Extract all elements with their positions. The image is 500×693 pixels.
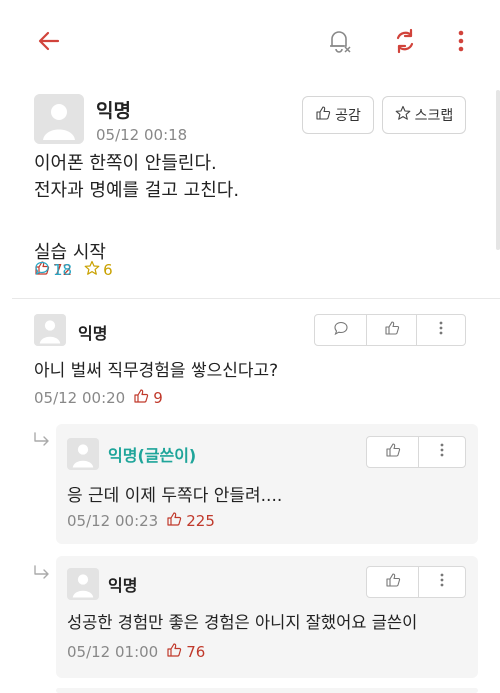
reply-meta: 05/12 00:23 225: [67, 511, 215, 531]
thumbs-up-icon: [133, 388, 149, 408]
avatar: [34, 94, 84, 144]
avatar: [67, 568, 99, 600]
reply-actions: [366, 436, 466, 468]
reply-body: 성공한 경험만 좋은 경험은 아니지 잘했어요 글쓴이: [67, 613, 418, 632]
comment-meta: 05/12 00:20 9: [34, 388, 163, 408]
scrap-button-label: 스크랩: [414, 108, 454, 124]
post-body-line: 이어폰 한쪽이 안들린다.: [34, 153, 217, 174]
speech-bubble-icon: [34, 260, 50, 280]
comment-time: 05/12 00:20: [34, 389, 126, 407]
reply-author: 익명(글쓴이): [108, 446, 197, 465]
thumbs-up-icon: [384, 320, 400, 340]
reply-author: 익명: [108, 576, 138, 595]
comment-actions: [314, 314, 466, 346]
like-button-label: 공감: [335, 108, 361, 124]
reply-like-count: 225: [166, 511, 215, 531]
thumbs-up-icon: [385, 572, 401, 592]
comment-like-count: 9: [133, 388, 163, 408]
divider: [12, 298, 500, 299]
comment-item: 익명 아니 벌써 직무경험을 쌓으신다고? 05/12 00:20 9: [0, 300, 500, 415]
more-vertical-icon: [439, 572, 445, 592]
thumbs-up-icon: [385, 442, 401, 462]
comment-author: 익명: [78, 324, 108, 343]
comment-like-button[interactable]: [367, 315, 417, 345]
reply-time: 05/12 01:00: [67, 643, 159, 661]
reply-more-button[interactable]: [419, 567, 465, 597]
comment-like-count-value: 9: [153, 389, 163, 407]
avatar: [34, 314, 66, 346]
like-button[interactable]: 공감: [302, 96, 374, 134]
reply-item: 익명(글쓴이) 응 근데 이제 두쪽다 안들려.... 05/12 00:23 …: [56, 424, 478, 544]
reply-item: 익명 성공한 경험만 좋은 경험은 아니지 잘했어요 글쓴이 05/12 01:…: [56, 556, 478, 678]
reply-time: 05/12 00:23: [67, 512, 159, 530]
scrap-count: 6: [84, 260, 113, 280]
comment-body: 아니 벌써 직무경험을 쌓으신다고?: [34, 361, 279, 381]
reply-like-button[interactable]: [367, 567, 419, 597]
thumbs-up-icon: [315, 105, 331, 125]
reply-actions: [366, 566, 466, 598]
scrap-count-value: 6: [103, 261, 113, 279]
reply-like-count: 76: [166, 642, 205, 662]
thumbs-up-icon: [166, 511, 182, 531]
thumbs-up-icon: [166, 642, 182, 662]
comment-more-button[interactable]: [417, 315, 465, 345]
back-arrow-icon[interactable]: [34, 26, 64, 56]
post-author: 익명: [96, 100, 131, 122]
post-body-line: [34, 204, 474, 231]
post-body: 이어폰 한쪽이 안들린다. 전자과 명예를 걸고 고친다. 실습 시작: [34, 150, 474, 266]
reply-meta: 05/12 01:00 76: [67, 642, 205, 662]
reply-like-count-value: 76: [186, 643, 206, 661]
reply-arrow-icon: [33, 432, 51, 452]
scrollbar[interactable]: [496, 90, 500, 250]
reply-like-count-value: 225: [186, 512, 215, 530]
more-vertical-icon[interactable]: [446, 26, 476, 56]
star-icon: [395, 105, 411, 125]
scrap-button[interactable]: 스크랩: [382, 96, 466, 134]
reply-more-button[interactable]: [419, 437, 465, 467]
speech-bubble-icon: [333, 320, 349, 340]
avatar: [67, 438, 99, 470]
comment-count: 18: [34, 260, 72, 280]
comment-count-value: 18: [53, 261, 73, 279]
reply-button[interactable]: [315, 315, 367, 345]
more-vertical-icon: [438, 320, 444, 340]
reply-arrow-icon: [33, 565, 51, 585]
refresh-icon[interactable]: [390, 26, 420, 56]
post-time: 05/12 00:18: [96, 126, 188, 144]
bell-off-icon[interactable]: [324, 26, 354, 56]
post-stats: 72 18 6: [34, 260, 113, 280]
post-body-line: 전자과 명예를 걸고 고친다.: [34, 180, 240, 201]
star-icon: [84, 260, 100, 280]
reply-body: 응 근데 이제 두쪽다 안들려....: [67, 486, 283, 506]
reply-like-button[interactable]: [367, 437, 419, 467]
reply-item-partial: [56, 688, 478, 693]
top-app-bar: [0, 0, 500, 82]
more-vertical-icon: [439, 442, 445, 462]
